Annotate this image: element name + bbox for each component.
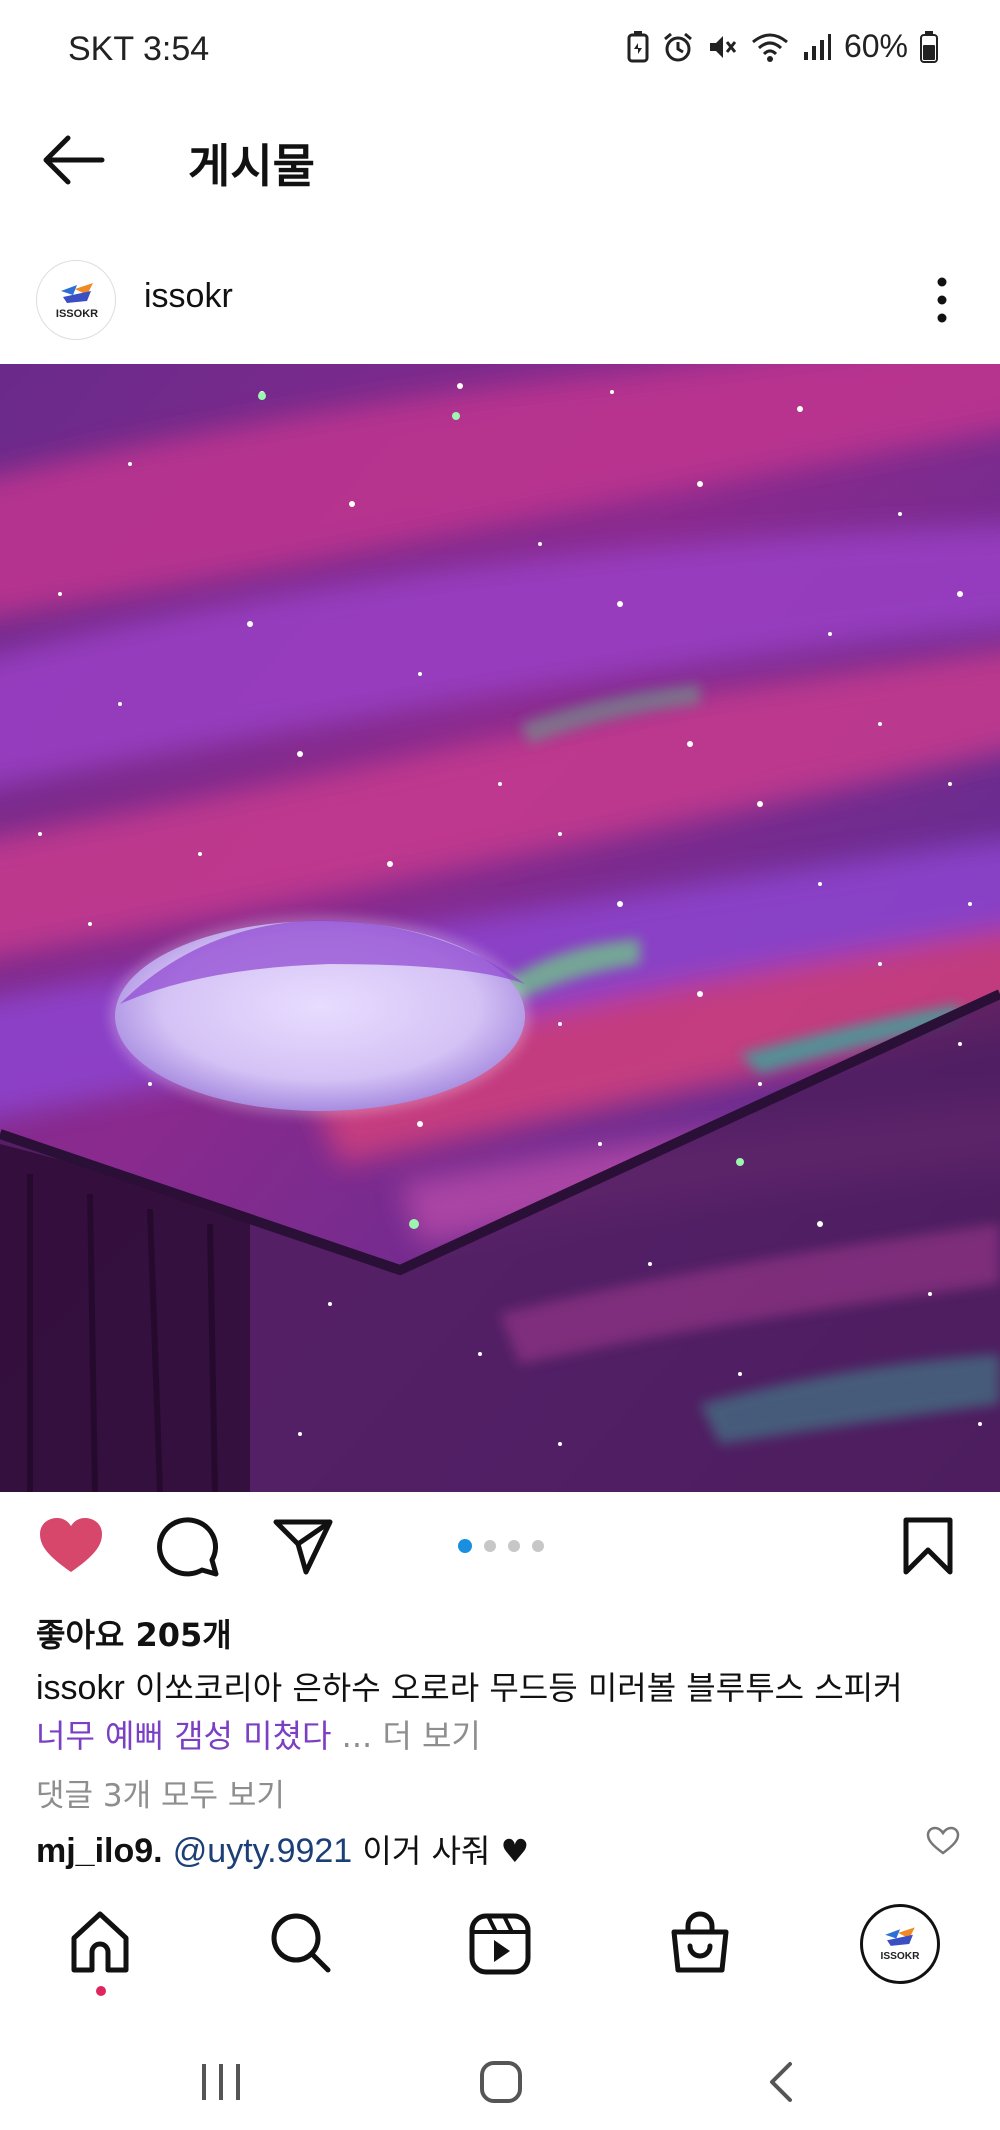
share-button[interactable]	[272, 1516, 334, 1580]
carousel-dot-active	[458, 1539, 472, 1553]
carousel-dot	[508, 1540, 520, 1552]
alarm-icon	[662, 31, 694, 63]
reels-icon	[469, 1913, 531, 1975]
avatar[interactable]: ISSOKR	[36, 260, 116, 340]
home-system-button[interactable]	[478, 2060, 524, 2108]
back-system-button[interactable]	[766, 2060, 796, 2108]
caption-highlight: 너무 예뻐 갬성 미쳤다	[36, 1717, 332, 1755]
comment-mention[interactable]: @uyty.9921	[173, 1832, 352, 1870]
mute-icon	[706, 31, 738, 63]
arrow-left-icon	[43, 135, 105, 185]
post-caption: issokr 이쏘코리아 은하수 오로라 무드등 미러볼 블루투스 스피커 너무…	[36, 1664, 976, 1760]
recent-apps-button[interactable]	[196, 2060, 246, 2108]
comment-row: mj_ilo9. @uyty.9921 이거 사줘 ♥	[36, 1826, 529, 1872]
carousel-dot	[484, 1540, 496, 1552]
issokr-logo: ISSOKR	[56, 283, 98, 320]
back-button[interactable]	[38, 130, 108, 190]
post-image[interactable]	[0, 364, 1000, 1492]
home-circle-icon	[480, 2061, 522, 2103]
heart-outline-icon	[926, 1826, 960, 1855]
status-left: SKT 3:54	[68, 30, 209, 69]
nav-active-dot	[96, 1986, 106, 1996]
view-all-comments-link[interactable]: 댓글 3개 모두 보기	[36, 1770, 285, 1815]
system-nav-bar	[0, 2030, 1000, 2130]
nav-search[interactable]	[268, 1910, 332, 1980]
send-icon	[273, 1519, 333, 1575]
status-bar: SKT 3:54 60%	[0, 0, 1000, 104]
nav-shop[interactable]	[668, 1910, 732, 1980]
comment-text: 이거 사줘 ♥	[352, 1832, 530, 1870]
search-icon	[271, 1913, 331, 1973]
home-icon	[71, 1911, 129, 1973]
bookmark-icon	[903, 1517, 953, 1575]
time-label: 3:54	[142, 30, 210, 68]
post-header: ISSOKR issokr	[0, 250, 1000, 350]
page-title: 게시물	[188, 139, 315, 193]
shop-icon	[671, 1911, 729, 1973]
more-options-button[interactable]	[920, 272, 964, 328]
carousel-indicator	[458, 1539, 544, 1553]
nav-profile-avatar[interactable]: ISSOKR	[860, 1904, 940, 1984]
heart-filled-icon	[40, 1518, 102, 1572]
signal-icon	[802, 32, 832, 62]
vertical-dots-icon	[937, 277, 947, 323]
likes-count[interactable]: 좋아요 205개	[36, 1610, 232, 1656]
save-button[interactable]	[902, 1516, 954, 1580]
top-bar: 게시물	[0, 104, 1000, 214]
caption-more-link[interactable]: ... 더 보기	[331, 1717, 481, 1755]
comment-button[interactable]	[156, 1516, 220, 1582]
back-chevron-icon	[770, 2062, 792, 2102]
battery-percent: 60%	[843, 28, 908, 64]
like-button[interactable]	[38, 1516, 104, 1580]
aurora-projector-photo	[0, 364, 1000, 1492]
issokr-logo: ISSOKR	[881, 1927, 921, 1962]
battery-saver-icon	[626, 30, 650, 63]
carrier-label: SKT	[68, 30, 134, 68]
caption-username[interactable]: issokr	[36, 1669, 125, 1707]
comment-bubble-icon	[157, 1517, 219, 1577]
bottom-nav: ISSOKR	[0, 1890, 1000, 2000]
caption-text: 이쏘코리아 은하수 오로라 무드등 미러볼 블루투스 스피커	[134, 1669, 903, 1707]
post-username[interactable]: issokr	[144, 277, 233, 316]
comment-username[interactable]: mj_ilo9.	[36, 1832, 163, 1870]
svg-text:ISSOKR: ISSOKR	[881, 1951, 921, 1962]
nav-home[interactable]	[68, 1910, 132, 1980]
carousel-dot	[532, 1540, 544, 1552]
wifi-icon	[750, 31, 790, 63]
battery-icon	[920, 30, 938, 63]
recent-apps-icon	[202, 2064, 240, 2100]
nav-reels[interactable]	[468, 1910, 532, 1980]
post-action-bar	[0, 1492, 1000, 1602]
comment-like-button[interactable]	[926, 1826, 960, 1860]
status-right: 60%	[626, 28, 938, 65]
svg-text:ISSOKR: ISSOKR	[56, 308, 98, 320]
